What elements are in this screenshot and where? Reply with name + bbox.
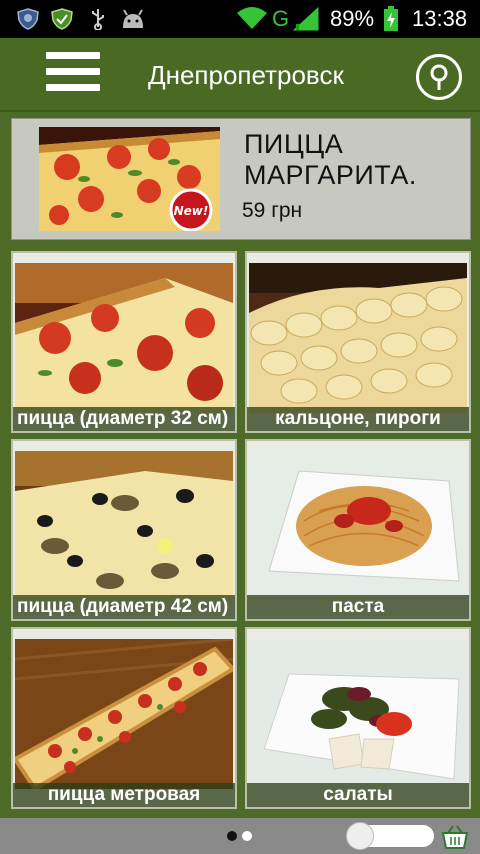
promo-price: 59 грн <box>242 199 303 222</box>
promo-title: ПИЦЦА МАРГАРИТА. <box>244 129 417 190</box>
promo-new-badge: New! <box>174 204 209 218</box>
promo-banner[interactable]: New! ПИЦЦА МАРГАРИТА. 59 грн <box>11 118 471 240</box>
bottom-bar <box>0 818 480 854</box>
pager-dot[interactable] <box>242 831 252 841</box>
battery-charging-icon <box>384 6 398 31</box>
category-label: кальцоне, пироги <box>247 407 469 431</box>
usb-icon <box>92 9 104 30</box>
wifi-icon <box>237 7 267 29</box>
shield-icon <box>17 8 39 30</box>
pager-dot-active[interactable] <box>227 831 237 841</box>
pizza-meter-image <box>15 639 233 789</box>
mode-toggle[interactable] <box>346 822 434 850</box>
category-tile-pizza-meter[interactable]: пицца метровая <box>11 627 237 809</box>
category-label: пицца (диаметр 32 см) <box>13 407 235 431</box>
category-label: паста <box>247 595 469 619</box>
menu-icon-bar <box>46 68 100 75</box>
category-tile-calzone[interactable]: кальцоне, пироги <box>245 251 471 433</box>
location-button[interactable] <box>416 54 462 100</box>
android-icon <box>123 9 143 28</box>
pizza-42-image <box>15 451 233 601</box>
clock: 13:38 <box>412 6 468 31</box>
basket-icon[interactable] <box>441 824 469 850</box>
pizza-32-image <box>15 263 233 413</box>
category-tile-pasta[interactable]: паста <box>245 439 471 621</box>
status-bar: G 89% 13:38 <box>0 0 480 38</box>
category-tile-pizza-32[interactable]: пицца (диаметр 32 см) <box>11 251 237 433</box>
city-title[interactable]: Днепропетровск <box>148 60 344 91</box>
network-type: G <box>272 6 290 31</box>
category-tile-salads[interactable]: салаты <box>245 627 471 809</box>
menu-icon-bar <box>46 52 100 59</box>
toggle-knob <box>346 822 374 850</box>
calzone-image <box>249 263 467 413</box>
promo-pizza-image: New! <box>39 127 220 231</box>
app-header: Днепропетровск <box>0 38 480 112</box>
pasta-image <box>249 451 467 601</box>
battery-percent: 89% <box>330 6 375 31</box>
salad-image <box>249 639 467 789</box>
category-label: пицца (диаметр 42 см) <box>13 595 235 619</box>
signal-icon <box>292 6 319 31</box>
menu-icon-bar <box>46 84 100 91</box>
category-tile-pizza-42[interactable]: пицца (диаметр 42 см) <box>11 439 237 621</box>
location-pin-icon <box>430 64 448 90</box>
menu-button[interactable] <box>46 52 102 98</box>
category-label: салаты <box>247 783 469 807</box>
shield-check-icon <box>51 8 73 30</box>
category-label: пицца метровая <box>13 783 235 807</box>
